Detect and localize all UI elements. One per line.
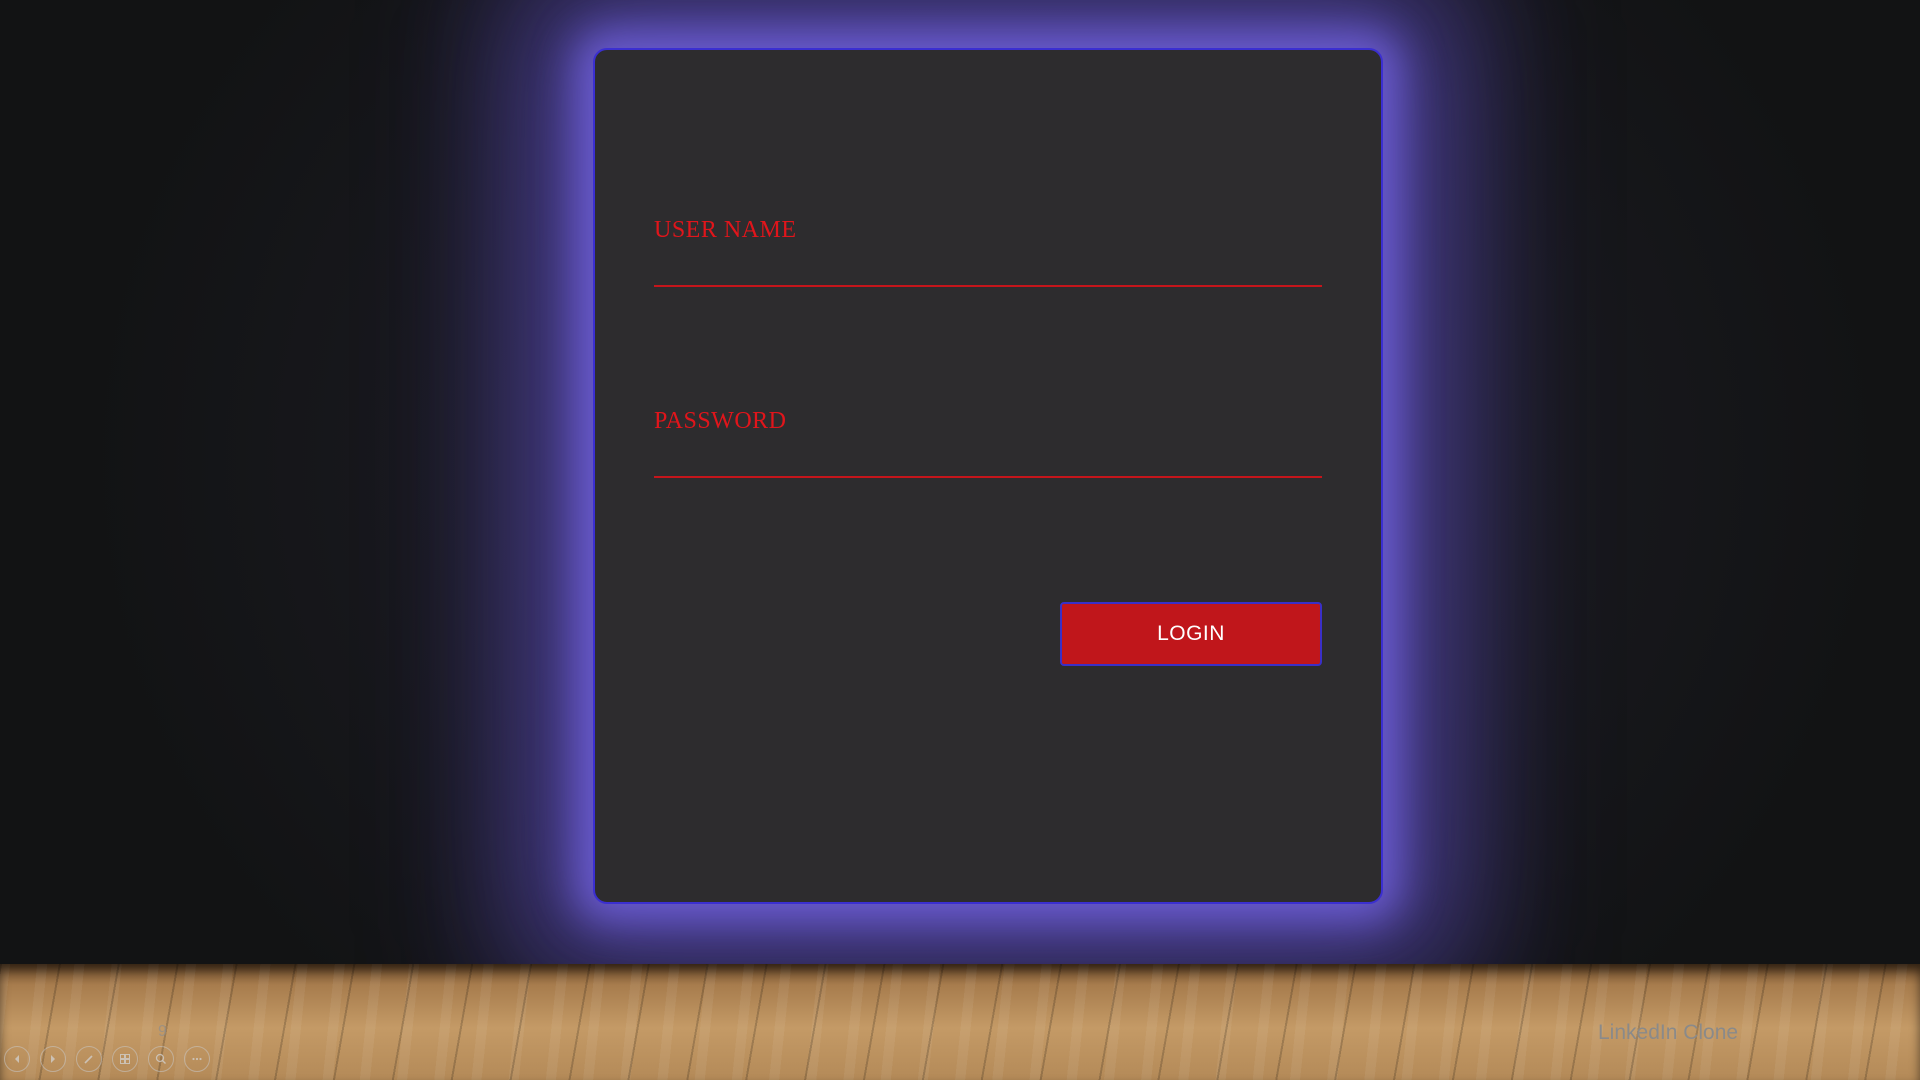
password-field-group: PASSWORD [654, 406, 1322, 478]
username-field-group: USER NAME [654, 215, 1322, 287]
next-slide-button[interactable] [40, 1046, 66, 1072]
slide-stage: USER NAME PASSWORD LOGIN 9 LinkedIn Clon… [0, 0, 1920, 1080]
presentation-controls [4, 1046, 210, 1074]
username-input[interactable] [654, 255, 1322, 287]
login-card: USER NAME PASSWORD LOGIN [593, 48, 1383, 904]
pen-tool-button[interactable] [76, 1046, 102, 1072]
zoom-button[interactable] [148, 1046, 174, 1072]
previous-slide-button[interactable] [4, 1046, 30, 1072]
ellipsis-icon [192, 1057, 202, 1061]
grid-icon [120, 1054, 130, 1064]
magnifier-icon [155, 1053, 166, 1064]
chevron-left-icon [15, 1055, 19, 1063]
password-label: PASSWORD [654, 408, 787, 434]
chevron-right-icon [51, 1055, 55, 1063]
slide-sorter-button[interactable] [112, 1046, 138, 1072]
username-label: USER NAME [654, 217, 797, 243]
more-options-button[interactable] [184, 1046, 210, 1072]
login-button[interactable]: LOGIN [1060, 602, 1322, 666]
slide-number: 9 [158, 1023, 167, 1040]
footer-title: LinkedIn Clone [1598, 1021, 1739, 1044]
password-input[interactable] [654, 446, 1322, 478]
pen-icon [84, 1055, 93, 1064]
